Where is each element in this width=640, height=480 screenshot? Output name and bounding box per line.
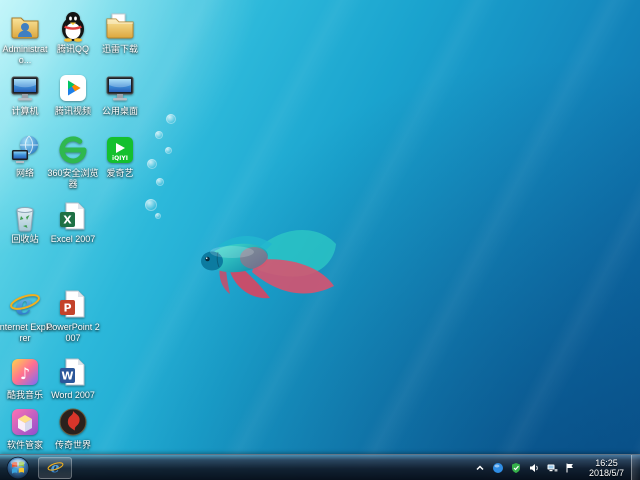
- bubble: [165, 147, 172, 154]
- kuwo-music-icon: ♪: [9, 356, 41, 388]
- desktop-icon-legend-world[interactable]: 传奇世界: [45, 406, 101, 451]
- windows-logo-icon: [6, 456, 30, 480]
- taskbar-ie-button[interactable]: e: [38, 457, 72, 479]
- bubble: [155, 213, 161, 219]
- volume-icon[interactable]: [528, 461, 541, 474]
- icon-label: Word 2007: [45, 390, 101, 401]
- icon-label: PowerPoint 2007: [45, 322, 101, 344]
- svg-text:iQIYI: iQIYI: [112, 155, 128, 162]
- desktop-icon-thunder-download[interactable]: 迅雷下载: [92, 10, 148, 55]
- chevron-up-icon[interactable]: [474, 461, 487, 474]
- icon-label: 迅雷下载: [92, 44, 148, 55]
- icon-label: Excel 2007: [45, 234, 101, 245]
- desktop-icon-public-desktop[interactable]: 公用桌面: [92, 72, 148, 117]
- show-desktop-button[interactable]: [631, 455, 640, 480]
- bubble: [147, 159, 157, 169]
- icon-label: 爱奇艺: [92, 168, 148, 179]
- tencent-video-play-icon: [57, 72, 89, 104]
- betta-fish-wallpaper: [192, 214, 342, 306]
- browser-360-icon: [57, 134, 89, 166]
- svg-text:X: X: [63, 214, 72, 227]
- clock-date: 2018/5/7: [589, 468, 624, 478]
- desktop-icon-powerpoint-2007[interactable]: P PowerPoint 2007: [45, 288, 101, 344]
- windows-desktop-screen: Administrato...腾讯QQ迅雷下载计算机腾讯视频公用桌面网络360安…: [0, 0, 640, 480]
- iqiyi-icon: iQIYI: [104, 134, 136, 166]
- bubble: [155, 131, 163, 139]
- bubble: [166, 114, 176, 124]
- desktop[interactable]: Administrato...腾讯QQ迅雷下载计算机腾讯视频公用桌面网络360安…: [0, 0, 640, 480]
- bubble: [156, 178, 164, 186]
- public-desktop-monitor-icon: [104, 72, 136, 104]
- download-folder-icon: [104, 10, 136, 42]
- powerpoint-icon: P: [57, 288, 89, 320]
- user-files-icon: [9, 10, 41, 42]
- computer-monitor-icon: [9, 72, 41, 104]
- word-icon: W: [57, 356, 89, 388]
- flag-icon[interactable]: [564, 461, 577, 474]
- desktop-icon-excel-2007[interactable]: X Excel 2007: [45, 200, 101, 245]
- excel-icon: X: [57, 200, 89, 232]
- ie-icon: e: [47, 459, 64, 476]
- desktop-icon-iqiyi[interactable]: iQIYI 爱奇艺: [92, 134, 148, 179]
- svg-text:♪: ♪: [20, 364, 30, 383]
- recycle-bin-icon: [9, 200, 41, 232]
- green-shield-icon[interactable]: [510, 461, 523, 474]
- qq-penguin-icon: [57, 10, 89, 42]
- icon-label: 传奇世界: [45, 440, 101, 451]
- taskbar: e 16:25 2018/5/7: [0, 454, 640, 480]
- software-manager-icon: [9, 406, 41, 438]
- clock-time: 16:25: [589, 458, 624, 468]
- bubble: [145, 199, 157, 211]
- ie-icon: e: [9, 288, 41, 320]
- network-globe-icon: [9, 134, 41, 166]
- network-status-icon[interactable]: [546, 461, 559, 474]
- svg-text:P: P: [63, 302, 71, 315]
- system-tray: [469, 461, 582, 474]
- desktop-icon-word-2007[interactable]: W Word 2007: [45, 356, 101, 401]
- blue-dot-icon[interactable]: [492, 461, 505, 474]
- start-button[interactable]: [0, 455, 36, 480]
- svg-text:W: W: [61, 370, 73, 383]
- icon-label: 公用桌面: [92, 106, 148, 117]
- legend-world-icon: [57, 406, 89, 438]
- tray-clock[interactable]: 16:25 2018/5/7: [582, 458, 631, 478]
